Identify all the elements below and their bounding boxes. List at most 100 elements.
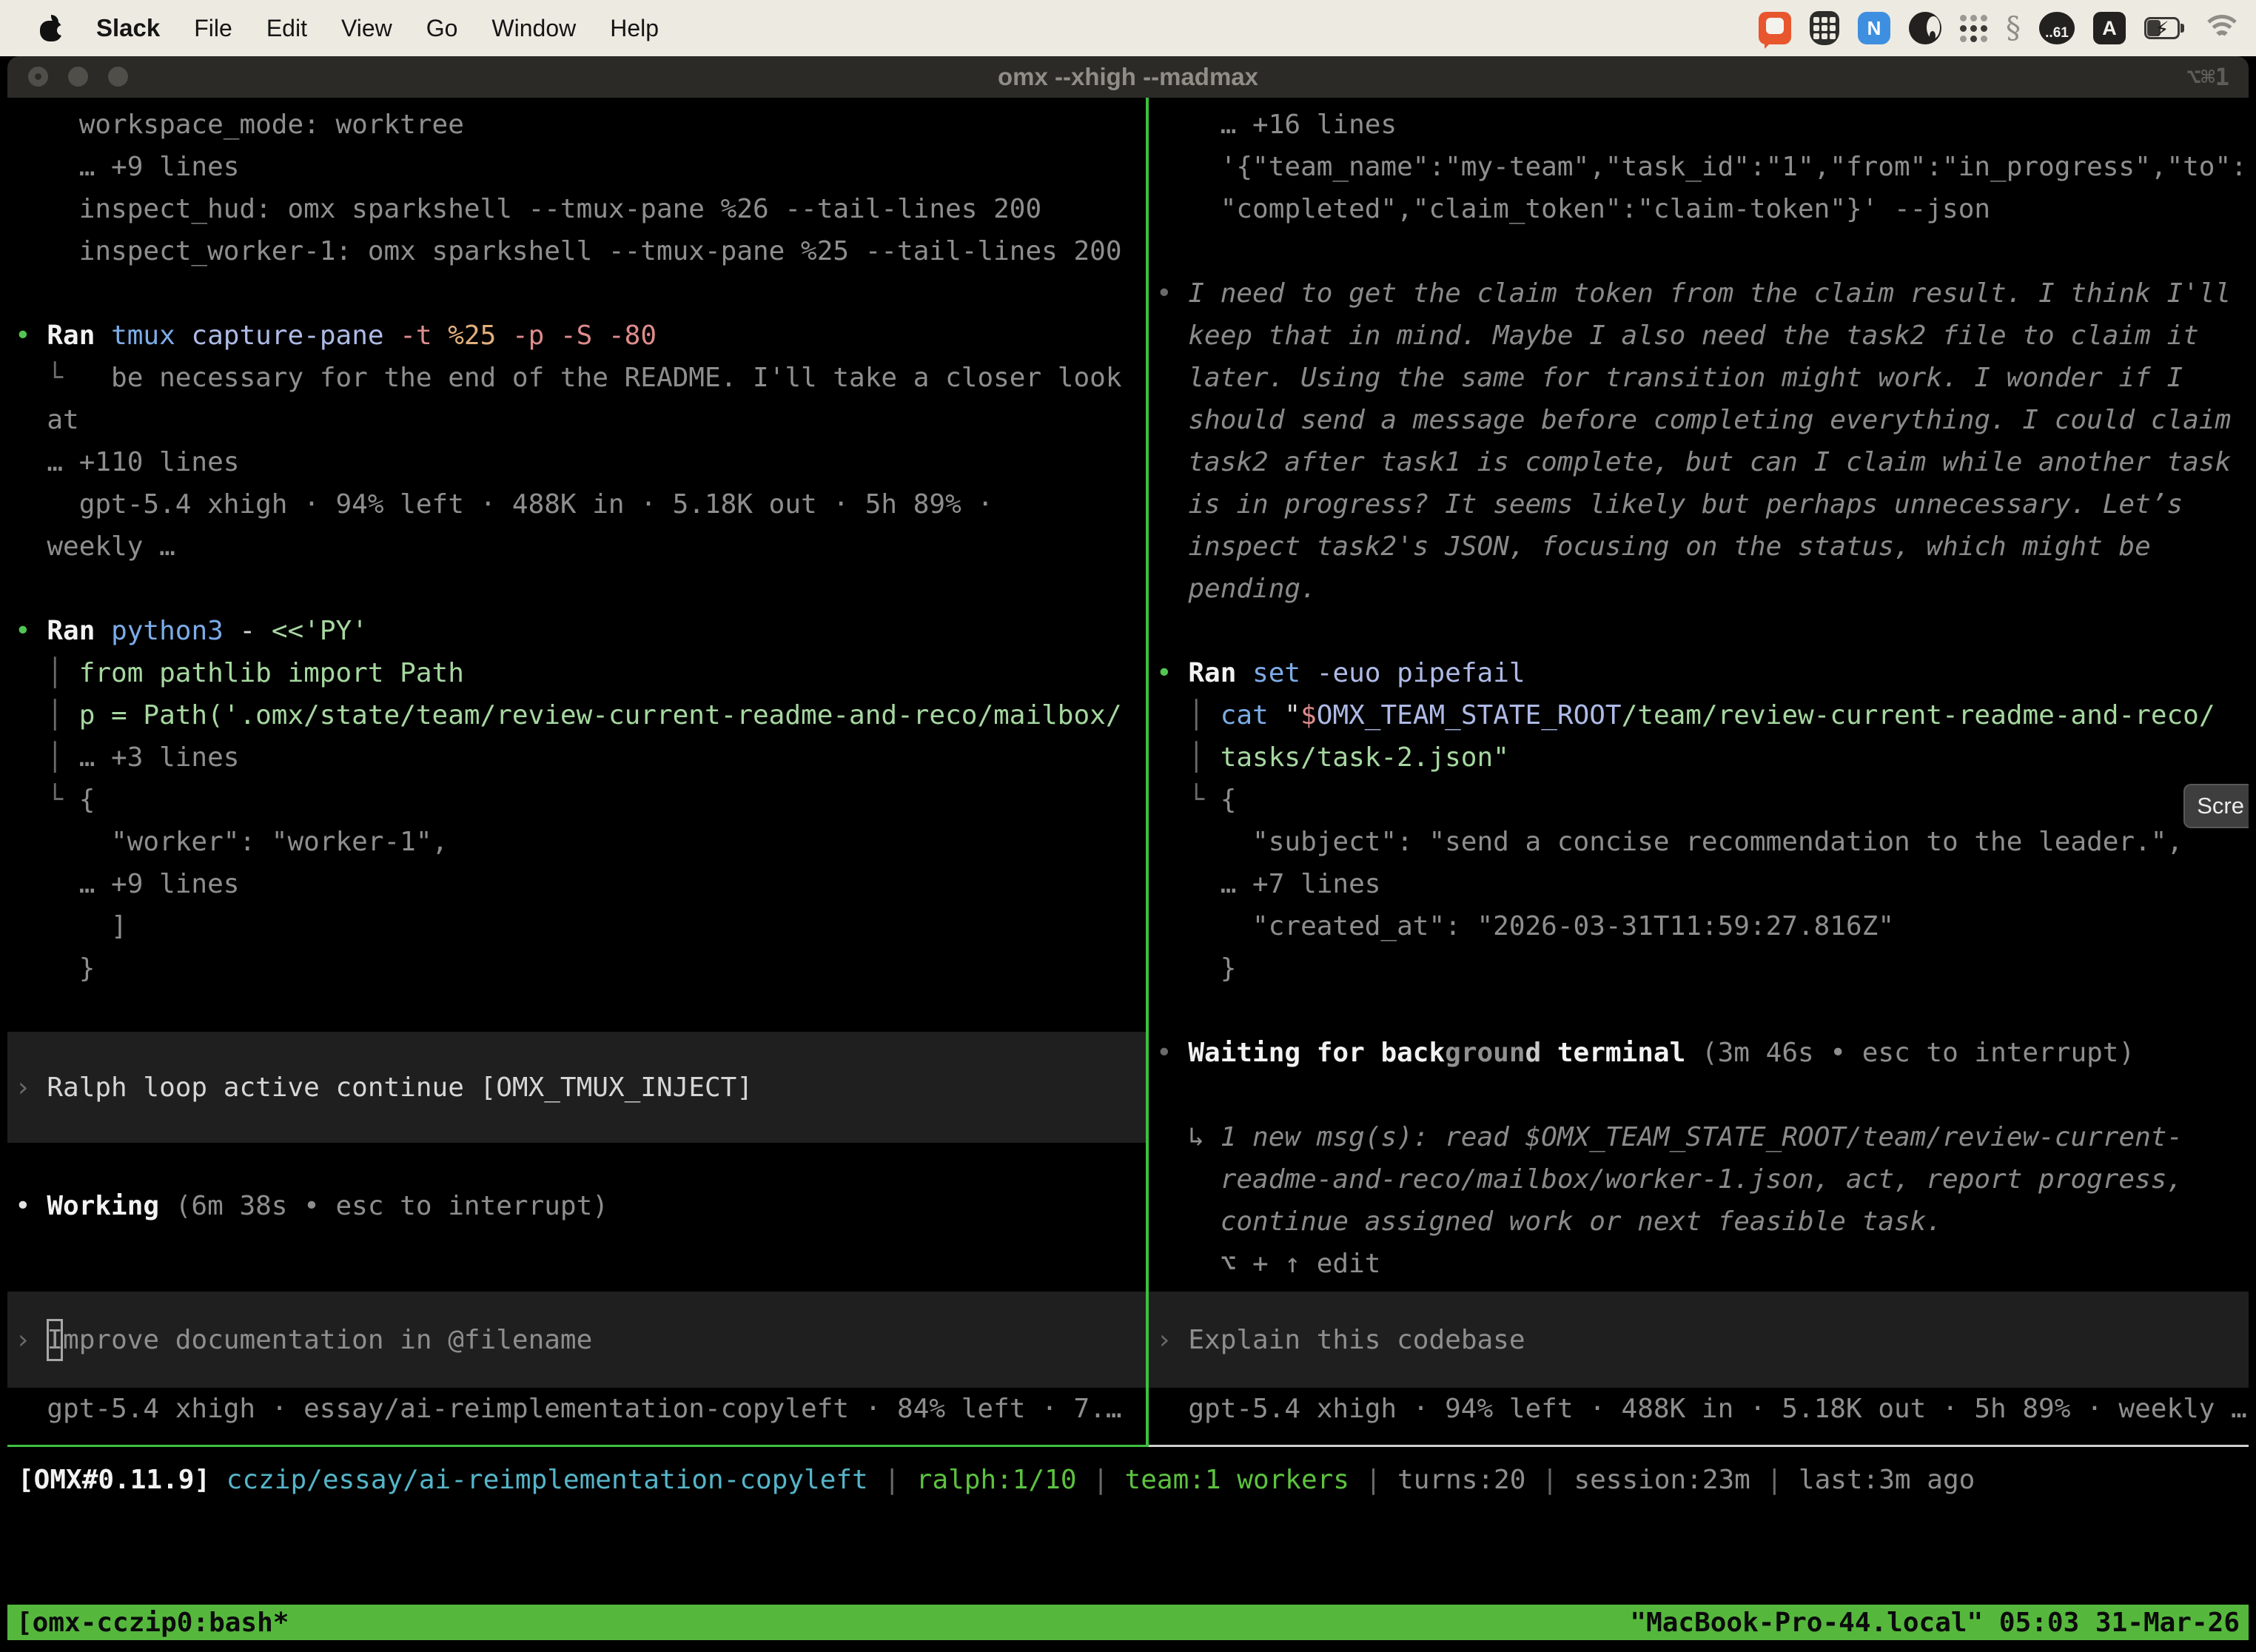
- menu-item-help[interactable]: Help: [610, 15, 659, 42]
- terminal-line: │ cat "$OMX_TEAM_STATE_ROOT/team/review-…: [1156, 694, 2241, 736]
- dots-grid-icon[interactable]: [1960, 15, 1987, 42]
- text-segment: |: [1525, 1465, 1574, 1495]
- terminal-line: }: [1156, 947, 2241, 990]
- shield-grid-icon[interactable]: [1810, 11, 1839, 45]
- chat-app-icon[interactable]: [1759, 12, 1791, 44]
- text-segment: 1 new msg(s): read $OMX_TEAM_STATE_ROOT/…: [1221, 1122, 2183, 1152]
- blue-badge-icon[interactable]: N: [1858, 12, 1890, 44]
- text-segment: pending.: [1156, 574, 1317, 604]
- text-segment: %25: [432, 320, 497, 351]
- text-segment: ›: [15, 1067, 47, 1109]
- text-segment: -: [224, 616, 255, 646]
- terminal-line: … +9 lines: [15, 146, 1138, 188]
- text-segment: [95, 320, 111, 351]
- blank-line: [1156, 230, 2241, 272]
- menu-item-go[interactable]: Go: [426, 15, 458, 42]
- prompt-input[interactable]: › Improve documentation in @filename: [7, 1292, 1146, 1388]
- text-segment: should send a message before completing …: [1156, 405, 2231, 435]
- text-segment: ralph:1/10: [916, 1465, 1077, 1495]
- text-segment: task2 after task1 is complete, but can I…: [1156, 447, 2231, 477]
- menu-item-edit[interactable]: Edit: [266, 15, 307, 42]
- blank-line: [15, 1227, 1138, 1269]
- prompt-input[interactable]: › Explain this codebase: [1149, 1292, 2249, 1388]
- text-segment: team:1 workers: [1125, 1465, 1349, 1495]
- text-segment: "created_at": "2026-03-31T11:59:27.816Z": [1156, 911, 1894, 941]
- text-segment: cczip/essay/ai-reimplementation-copyleft: [226, 1465, 868, 1495]
- text-segment: tmux: [111, 320, 175, 351]
- menu-item-file[interactable]: File: [194, 15, 232, 42]
- text-segment: (3m 46s • esc to interrupt): [1685, 1038, 2135, 1068]
- input-source-icon[interactable]: A: [2093, 12, 2126, 44]
- blank-line: [15, 568, 1138, 610]
- text-segment: •: [1156, 658, 1188, 688]
- terminal-line: "subject": "send a concise recommendatio…: [1156, 821, 2241, 863]
- text-segment: ›: [15, 1319, 47, 1361]
- terminal-line: • I need to get the claim token from the…: [1156, 272, 2241, 315]
- apple-menu-icon[interactable]: [40, 15, 62, 41]
- terminal-line: │ from pathlib import Path: [15, 652, 1138, 694]
- terminal-line: │ tasks/task-2.json": [1156, 736, 2241, 779]
- inject-banner: › Ralph loop active continue [OMX_TMUX_I…: [7, 1032, 1146, 1143]
- battery-icon[interactable]: ⚡: [2144, 17, 2186, 39]
- terminal-line: inspect task2's JSON, focusing on the st…: [1156, 526, 2241, 568]
- text-segment: "worker": "worker-1",: [15, 827, 448, 857]
- terminal-line: }: [15, 947, 1138, 990]
- tmux-pane-left[interactable]: workspace_mode: worktree … +9 lines insp…: [7, 98, 1146, 1447]
- menu-item-window[interactable]: Window: [491, 15, 576, 42]
- terminal-line: ]: [15, 905, 1138, 947]
- blank-line: [1156, 1074, 2241, 1116]
- text-segment: └: [1156, 785, 1221, 815]
- terminal-line: "worker": "worker-1",: [15, 821, 1138, 863]
- text-segment: tasks/task-2.json": [1221, 742, 1509, 773]
- text-segment: •: [1156, 278, 1188, 309]
- text-segment: … +16 lines: [1156, 110, 1397, 140]
- terminal-line: • Waiting for background terminal (3m 46…: [1156, 1032, 2241, 1074]
- battery-percent-badge-icon[interactable]: ..61: [2039, 12, 2075, 44]
- text-segment: [1236, 658, 1252, 688]
- tmux-status-bar: [omx-cczip0:bash* "MacBook-Pro-44.local"…: [7, 1605, 2249, 1640]
- terminal-line: '{"team_name":"my-team","task_id":"1","f…: [1156, 146, 2241, 188]
- screen-tooltip: Scre: [2183, 784, 2249, 828]
- text-segment: last:3m ago: [1799, 1465, 1975, 1495]
- text-segment: d: [1525, 1038, 1542, 1068]
- text-segment: │: [15, 700, 79, 731]
- menu-item-view[interactable]: View: [341, 15, 392, 42]
- terminal-line: readme-and-reco/mailbox/worker-1.json, a…: [1156, 1158, 2241, 1201]
- terminal-line: └ {: [1156, 779, 2241, 821]
- terminal-line: … +9 lines: [15, 863, 1138, 905]
- text-segment: inspect task2's JSON, focusing on the st…: [1156, 531, 2151, 562]
- terminal-line: • Working (6m 38s • esc to interrupt): [15, 1185, 1138, 1227]
- text-segment: [210, 1465, 226, 1495]
- tmux-pane-right[interactable]: … +16 lines '{"team_name":"my-team","tas…: [1149, 98, 2249, 1447]
- terminal-line: • Ran python3 - <<'PY': [15, 610, 1138, 652]
- window-title-bar[interactable]: omx --xhigh --madmax ⌥⌘1: [7, 56, 2249, 98]
- crescent-app-icon[interactable]: [1909, 12, 1941, 44]
- terminal-line: ↳ 1 new msg(s): read $OMX_TEAM_STATE_ROO…: [1156, 1116, 2241, 1158]
- text-segment: gpt-5.4 xhigh · 94% left · 488K in · 5.1…: [15, 489, 993, 520]
- terminal-line: task2 after task1 is complete, but can I…: [1156, 441, 2241, 483]
- text-segment: |: [1349, 1465, 1397, 1495]
- spacer: [7, 1531, 2249, 1605]
- text-segment: ›: [1156, 1319, 1188, 1361]
- text-segment: |: [1077, 1465, 1125, 1495]
- text-segment: $: [1300, 700, 1317, 731]
- text-segment: at: [15, 405, 79, 435]
- menu-app-name[interactable]: Slack: [96, 14, 160, 42]
- wifi-icon[interactable]: [2204, 15, 2240, 41]
- terminal-line: "completed","claim_token":"claim-token"}…: [1156, 188, 2241, 230]
- text-segment: •: [15, 616, 47, 646]
- text-segment: from pathlib import Path: [79, 658, 464, 688]
- text-segment: |: [868, 1465, 916, 1495]
- blank-line: [15, 990, 1138, 1032]
- squiggle-icon[interactable]: §: [2006, 11, 2021, 45]
- text-segment: [OMX#0.11.9]: [18, 1465, 210, 1495]
- terminal-line: gpt-5.4 xhigh · essay/ai-reimplementatio…: [15, 1388, 1138, 1430]
- terminal-line: continue assigned work or next feasible …: [1156, 1201, 2241, 1243]
- blank-line: [15, 1143, 1138, 1185]
- text-segment: -t: [384, 320, 432, 351]
- terminal-line: │ p = Path('.omx/state/team/review-curre…: [15, 694, 1138, 736]
- text-segment: keep that in mind. Maybe I also need the…: [1156, 320, 2199, 351]
- menu-bar: Slack File Edit View Go Window Help N § …: [0, 0, 2256, 56]
- terminal-line: ⌥ + ↑ edit: [1156, 1243, 2241, 1285]
- terminal-line: └ be necessary for the end of the README…: [15, 357, 1138, 399]
